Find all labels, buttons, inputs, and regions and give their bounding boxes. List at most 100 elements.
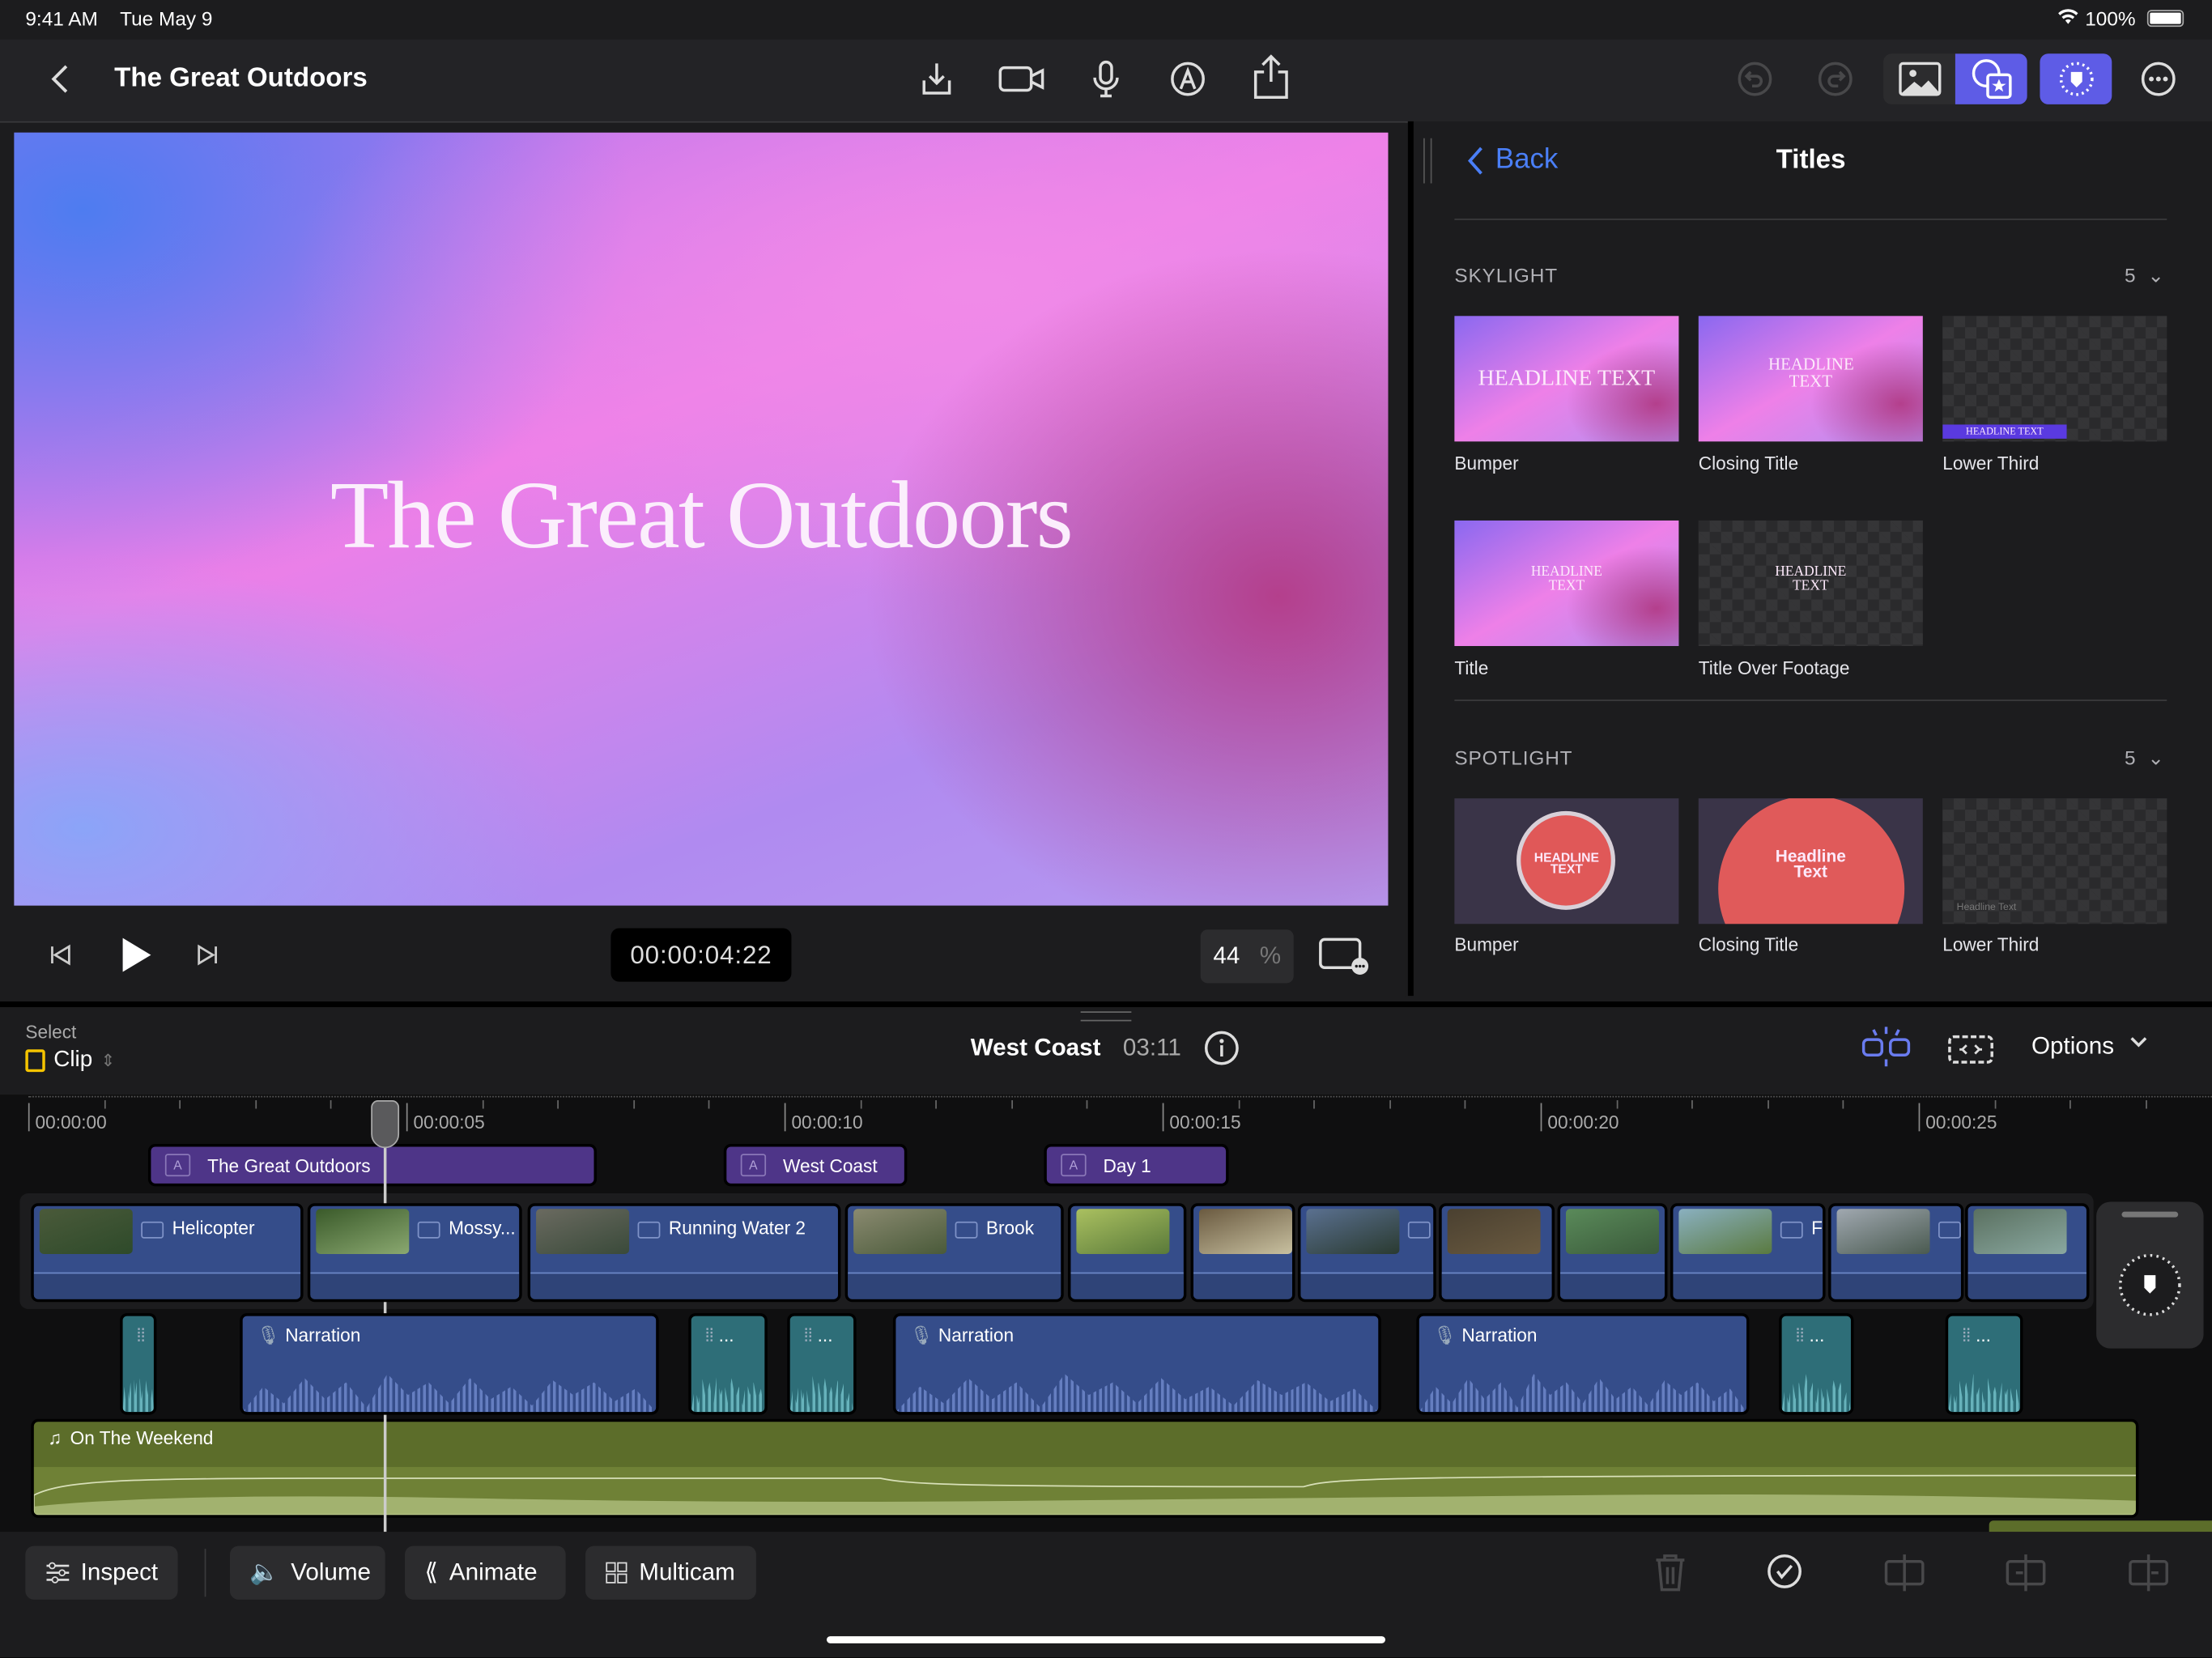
audio-clip[interactable]: 🎙 Narration	[892, 1313, 1381, 1415]
wifi-icon	[2057, 7, 2079, 30]
ruler-label: 00:00:05	[413, 1111, 485, 1133]
video-clip[interactable]	[1828, 1203, 1964, 1303]
panel-resize-handle[interactable]	[1423, 138, 1432, 184]
title-thumb-over-footage[interactable]: HEADLINE TEXT	[1698, 520, 1923, 646]
ruler-label: 00:00:25	[1925, 1111, 1997, 1133]
skip-forward-icon[interactable]	[192, 939, 223, 970]
snapping-icon[interactable]	[1859, 1024, 1912, 1069]
more-icon[interactable]	[2138, 59, 2178, 99]
checkmark-icon[interactable]	[1765, 1552, 1805, 1592]
trim-start-icon[interactable]	[2003, 1552, 2048, 1594]
status-time: 9:41 AM	[25, 6, 98, 30]
title-thumb-closing[interactable]: HEADLINE TEXT	[1698, 316, 1923, 442]
split-icon[interactable]	[1882, 1552, 1927, 1594]
home-indicator[interactable]	[827, 1636, 1385, 1643]
selection-mode-picker[interactable]: Clip ⇕	[25, 1048, 115, 1073]
section-count-skylight[interactable]: 5 ⌄	[2125, 264, 2165, 288]
video-clip[interactable]: Brook	[844, 1203, 1064, 1303]
select-label: Select	[25, 1021, 77, 1043]
spotlight-thumb-bumper[interactable]: HEADLINE TEXT	[1454, 798, 1679, 925]
browser-back-button[interactable]: Back	[1467, 144, 1558, 176]
back-chevron-icon	[1467, 146, 1482, 174]
clip-label-row: 🎙 Narration	[1433, 1324, 1537, 1347]
video-camera-icon	[141, 1221, 164, 1239]
title-thumb-title[interactable]: HEADLINE TEXT	[1454, 520, 1679, 646]
ruler-minor-tick	[1465, 1100, 1466, 1109]
audio-waveform	[242, 1374, 657, 1413]
video-preview[interactable]: The Great Outdoors	[14, 132, 1389, 906]
share-icon[interactable]	[1250, 52, 1292, 103]
video-clip[interactable]: Running Water 2	[527, 1203, 841, 1303]
video-camera-icon	[1938, 1221, 1961, 1239]
multicam-button[interactable]: Multicam	[585, 1545, 756, 1600]
trim-end-icon[interactable]	[2126, 1552, 2172, 1594]
video-clip[interactable]	[1067, 1203, 1187, 1303]
music-clip[interactable]: ♫ On The Weekend	[31, 1418, 2139, 1518]
video-clip[interactable]	[1190, 1203, 1295, 1303]
audio-clip[interactable]: ⦙⦙ ...	[1779, 1313, 1854, 1415]
voiceover-icon[interactable]	[1168, 59, 1208, 99]
viewer-options-icon[interactable]	[1317, 935, 1371, 977]
video-clip[interactable]: F	[1670, 1203, 1826, 1303]
title-thumb-lower-third[interactable]: HEADLINE TEXT	[1942, 316, 2167, 442]
audio-clip[interactable]: ⦙⦙	[120, 1313, 157, 1415]
import-icon[interactable]	[917, 57, 957, 102]
ruler-major-tick	[406, 1103, 408, 1132]
info-icon[interactable]	[1202, 1028, 1240, 1066]
video-clip[interactable]: Mossy...	[307, 1203, 522, 1303]
music-clip-next[interactable]	[1989, 1520, 2212, 1533]
clip-label: ...	[817, 1324, 833, 1346]
audio-clip[interactable]: 🎙 Narration	[240, 1313, 659, 1415]
spotlight-thumb-lower-third[interactable]: Headline Text	[1942, 798, 2167, 925]
ruler-label: 00:00:20	[1547, 1111, 1619, 1133]
title-clip[interactable]: A Day 1	[1044, 1144, 1229, 1187]
section-count-spotlight[interactable]: 5 ⌄	[2125, 746, 2165, 771]
playhead-handle[interactable]	[371, 1100, 400, 1149]
spotlight-thumb-closing[interactable]: Headline Text	[1698, 798, 1923, 925]
volume-button[interactable]: 🔈 Volume	[230, 1545, 385, 1600]
timecode-display[interactable]: 00:00:04:22	[610, 928, 792, 982]
video-clip[interactable]	[1557, 1203, 1668, 1303]
divider	[1454, 219, 2167, 220]
video-camera-icon	[417, 1221, 440, 1239]
options-button[interactable]: Options	[2031, 1032, 2148, 1061]
skip-back-icon[interactable]	[45, 939, 76, 970]
battery-percent: 100%	[2085, 6, 2136, 30]
audio-clip[interactable]: ⦙⦙ ...	[1945, 1313, 2023, 1415]
resize-grabber[interactable]	[1080, 1011, 1132, 1022]
video-clip[interactable]: Helicopter	[31, 1203, 304, 1303]
clip-label: Brook	[985, 1217, 1035, 1239]
undo-icon[interactable]	[1735, 59, 1775, 99]
video-clip[interactable]	[1439, 1203, 1555, 1303]
back-chevron-icon[interactable]	[42, 59, 76, 99]
jog-wheel-icon[interactable]	[2116, 1251, 2184, 1319]
animate-button[interactable]: ⟪ Animate	[405, 1545, 566, 1600]
inspect-button[interactable]: Inspect	[25, 1545, 178, 1600]
count: 5	[2124, 263, 2137, 287]
audio-clip[interactable]: 🎙 Narration	[1416, 1313, 1750, 1415]
video-clip[interactable]	[1297, 1203, 1436, 1303]
camera-icon[interactable]	[996, 59, 1047, 99]
music-note-icon: ♫	[48, 1427, 62, 1449]
thumb-text: HEADLINE TEXT	[1478, 367, 1656, 391]
photos-icon[interactable]	[1883, 53, 1955, 104]
play-icon[interactable]	[116, 931, 155, 979]
trash-icon[interactable]	[1651, 1552, 1691, 1594]
clip-label: ...	[1809, 1324, 1825, 1346]
title-clip[interactable]: A West Coast	[723, 1144, 908, 1187]
video-clip[interactable]	[1965, 1203, 2090, 1303]
project-duration: 03:11	[1122, 1034, 1181, 1061]
titles-effects-icon[interactable]	[1955, 53, 2027, 104]
microphone-icon[interactable]	[1089, 57, 1123, 102]
inspector-badge-icon[interactable]	[2040, 53, 2112, 104]
zoom-field[interactable]: 44%	[1200, 929, 1294, 984]
audio-clip[interactable]: ⦙⦙ ...	[787, 1313, 857, 1415]
title-clip[interactable]: A The Great Outdoors	[147, 1144, 598, 1187]
clip-label-row: ⦙⦙ ...	[705, 1324, 734, 1347]
redo-icon[interactable]	[1815, 59, 1855, 99]
audio-clip[interactable]: ⦙⦙ ...	[688, 1313, 768, 1415]
title-thumb-bumper[interactable]: HEADLINE TEXT	[1454, 316, 1679, 442]
ruler-minor-tick	[1843, 1100, 1844, 1109]
jog-wheel-panel[interactable]	[2096, 1201, 2204, 1349]
clip-connect-icon[interactable]	[1946, 1027, 1994, 1069]
